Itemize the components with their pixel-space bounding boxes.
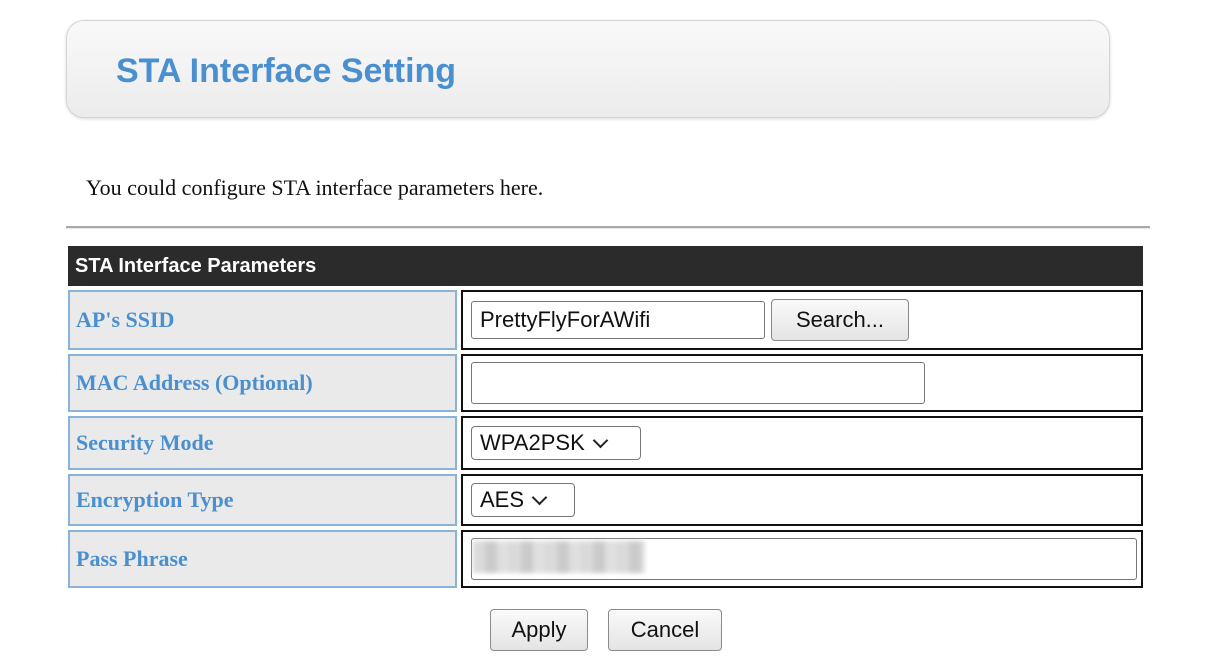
ssid-input[interactable] bbox=[471, 301, 765, 339]
page-title: STA Interface Setting bbox=[116, 52, 457, 90]
page-description: You could configure STA interface parame… bbox=[86, 175, 544, 200]
mac-address-label: MAC Address (Optional) bbox=[68, 354, 457, 412]
page-title-panel: STA Interface Setting bbox=[66, 20, 1110, 118]
sta-parameters-table: STA Interface Parameters AP's SSID Searc… bbox=[68, 246, 1143, 588]
chevron-down-icon bbox=[531, 489, 548, 505]
cancel-button[interactable]: Cancel bbox=[608, 609, 722, 651]
encryption-type-label: Encryption Type bbox=[68, 474, 457, 526]
pass-phrase-label: Pass Phrase bbox=[68, 530, 457, 588]
mac-address-input[interactable] bbox=[471, 362, 925, 404]
table-row-mac: MAC Address (Optional) bbox=[68, 354, 1143, 412]
form-actions: Apply Cancel bbox=[490, 609, 722, 651]
mac-address-cell bbox=[461, 354, 1143, 412]
security-mode-cell: WPA2PSK bbox=[461, 416, 1143, 470]
search-button[interactable]: Search... bbox=[771, 299, 909, 341]
pass-phrase-cell bbox=[461, 530, 1143, 588]
redacted-passphrase bbox=[473, 541, 645, 573]
divider bbox=[66, 226, 1150, 229]
ssid-label: AP's SSID bbox=[68, 290, 457, 350]
security-mode-value: WPA2PSK bbox=[480, 430, 585, 455]
table-row-security-mode: Security Mode WPA2PSK bbox=[68, 416, 1143, 470]
table-row-ssid: AP's SSID Search... bbox=[68, 290, 1143, 350]
security-mode-label: Security Mode bbox=[68, 416, 457, 470]
encryption-type-cell: AES bbox=[461, 474, 1143, 526]
chevron-down-icon bbox=[592, 432, 609, 448]
security-mode-select[interactable]: WPA2PSK bbox=[471, 426, 641, 460]
apply-button[interactable]: Apply bbox=[490, 609, 588, 651]
encryption-type-select[interactable]: AES bbox=[471, 483, 575, 517]
table-row-encryption-type: Encryption Type AES bbox=[68, 474, 1143, 526]
ssid-cell: Search... bbox=[461, 290, 1143, 350]
encryption-type-value: AES bbox=[480, 487, 525, 512]
table-header: STA Interface Parameters bbox=[68, 246, 1143, 286]
table-row-pass-phrase: Pass Phrase bbox=[68, 530, 1143, 588]
